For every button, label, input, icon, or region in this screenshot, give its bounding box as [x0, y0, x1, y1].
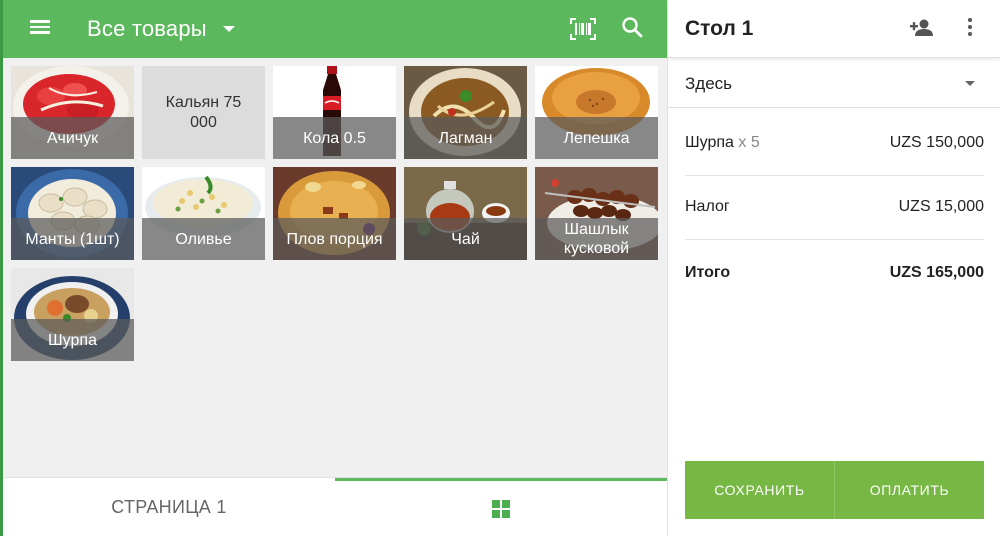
add-customer-icon[interactable]: [908, 16, 936, 40]
order-actions: СОХРАНИТЬ ОПЛАТИТЬ: [685, 461, 984, 519]
product-tile-lagman[interactable]: Лагман: [404, 66, 527, 159]
menu-icon[interactable]: [27, 17, 53, 41]
order-panel: Стол 1 Здесь Шурпа x 5 UZS 150,000 Налог…: [667, 0, 1000, 536]
product-tile-shashlik[interactable]: Шашлык кусковой: [535, 167, 658, 260]
product-name: Лепешка: [535, 117, 658, 159]
product-tile-plov[interactable]: Плов порция: [273, 167, 396, 260]
products-toolbar: Все товары: [3, 0, 667, 58]
grid-icon: [492, 500, 510, 518]
pay-button[interactable]: ОПЛАТИТЬ: [834, 461, 984, 519]
caret-down-icon: [222, 26, 235, 32]
product-name: Кальян 75 000: [165, 93, 242, 131]
product-name: Оливье: [142, 218, 265, 260]
line-item-qty: x 5: [738, 133, 760, 151]
product-tile-lepeshka[interactable]: Лепешка: [535, 66, 658, 159]
caret-down-icon: [965, 81, 975, 86]
dining-option-select[interactable]: Здесь: [668, 58, 1000, 108]
product-tile-shurpa[interactable]: Шурпа: [11, 268, 134, 361]
product-tile-cola[interactable]: Кола 0.5: [273, 66, 396, 159]
product-tile-hookah[interactable]: Кальян 75 000: [142, 66, 265, 159]
tab-grid-view[interactable]: [335, 478, 667, 536]
product-name: Манты (1шт): [11, 218, 134, 260]
product-tile-achichuk[interactable]: Ачичук: [11, 66, 134, 159]
order-header: Стол 1: [668, 0, 1000, 58]
product-name: Лагман: [404, 117, 527, 159]
tax-label: Налог: [685, 197, 730, 215]
line-item-amount: UZS 150,000: [889, 133, 984, 151]
tab-page-1[interactable]: СТРАНИЦА 1: [3, 478, 335, 536]
products-panel: Все товары Ачичук Кальян 75 000 Кола 0.5…: [0, 0, 667, 536]
product-tile-olivier[interactable]: Оливье: [142, 167, 265, 260]
order-line-item[interactable]: Шурпа x 5 UZS 150,000: [685, 110, 984, 176]
tax-amount: UZS 15,000: [898, 197, 984, 215]
line-item-name: Шурпа: [685, 133, 734, 151]
save-button[interactable]: СОХРАНИТЬ: [685, 461, 834, 519]
tax-row: Налог UZS 15,000: [685, 174, 984, 240]
dining-option-value: Здесь: [685, 74, 732, 93]
total-amount: UZS 165,000: [889, 264, 984, 281]
more-options-icon[interactable]: [964, 16, 976, 42]
search-icon[interactable]: [619, 14, 647, 42]
product-name: Шашлык кусковой: [535, 218, 658, 260]
order-title: Стол 1: [685, 17, 754, 40]
page-navigation: СТРАНИЦА 1: [3, 477, 667, 536]
barcode-scan-icon[interactable]: [569, 17, 597, 41]
category-title: Все товары: [87, 16, 207, 41]
total-label: Итого: [685, 264, 731, 281]
category-selector[interactable]: Все товары: [87, 14, 235, 44]
product-name: Плов порция: [273, 218, 396, 260]
total-row: Итого UZS 165,000: [685, 240, 984, 306]
product-name: Кола 0.5: [273, 117, 396, 159]
product-tile-manty[interactable]: Манты (1шт): [11, 167, 134, 260]
product-tile-tea[interactable]: Чай: [404, 167, 527, 260]
product-name: Чай: [404, 218, 527, 260]
product-name: Шурпа: [11, 319, 134, 361]
line-item-name-wrap: Шурпа x 5: [685, 134, 760, 152]
product-name: Ачичук: [11, 117, 134, 159]
